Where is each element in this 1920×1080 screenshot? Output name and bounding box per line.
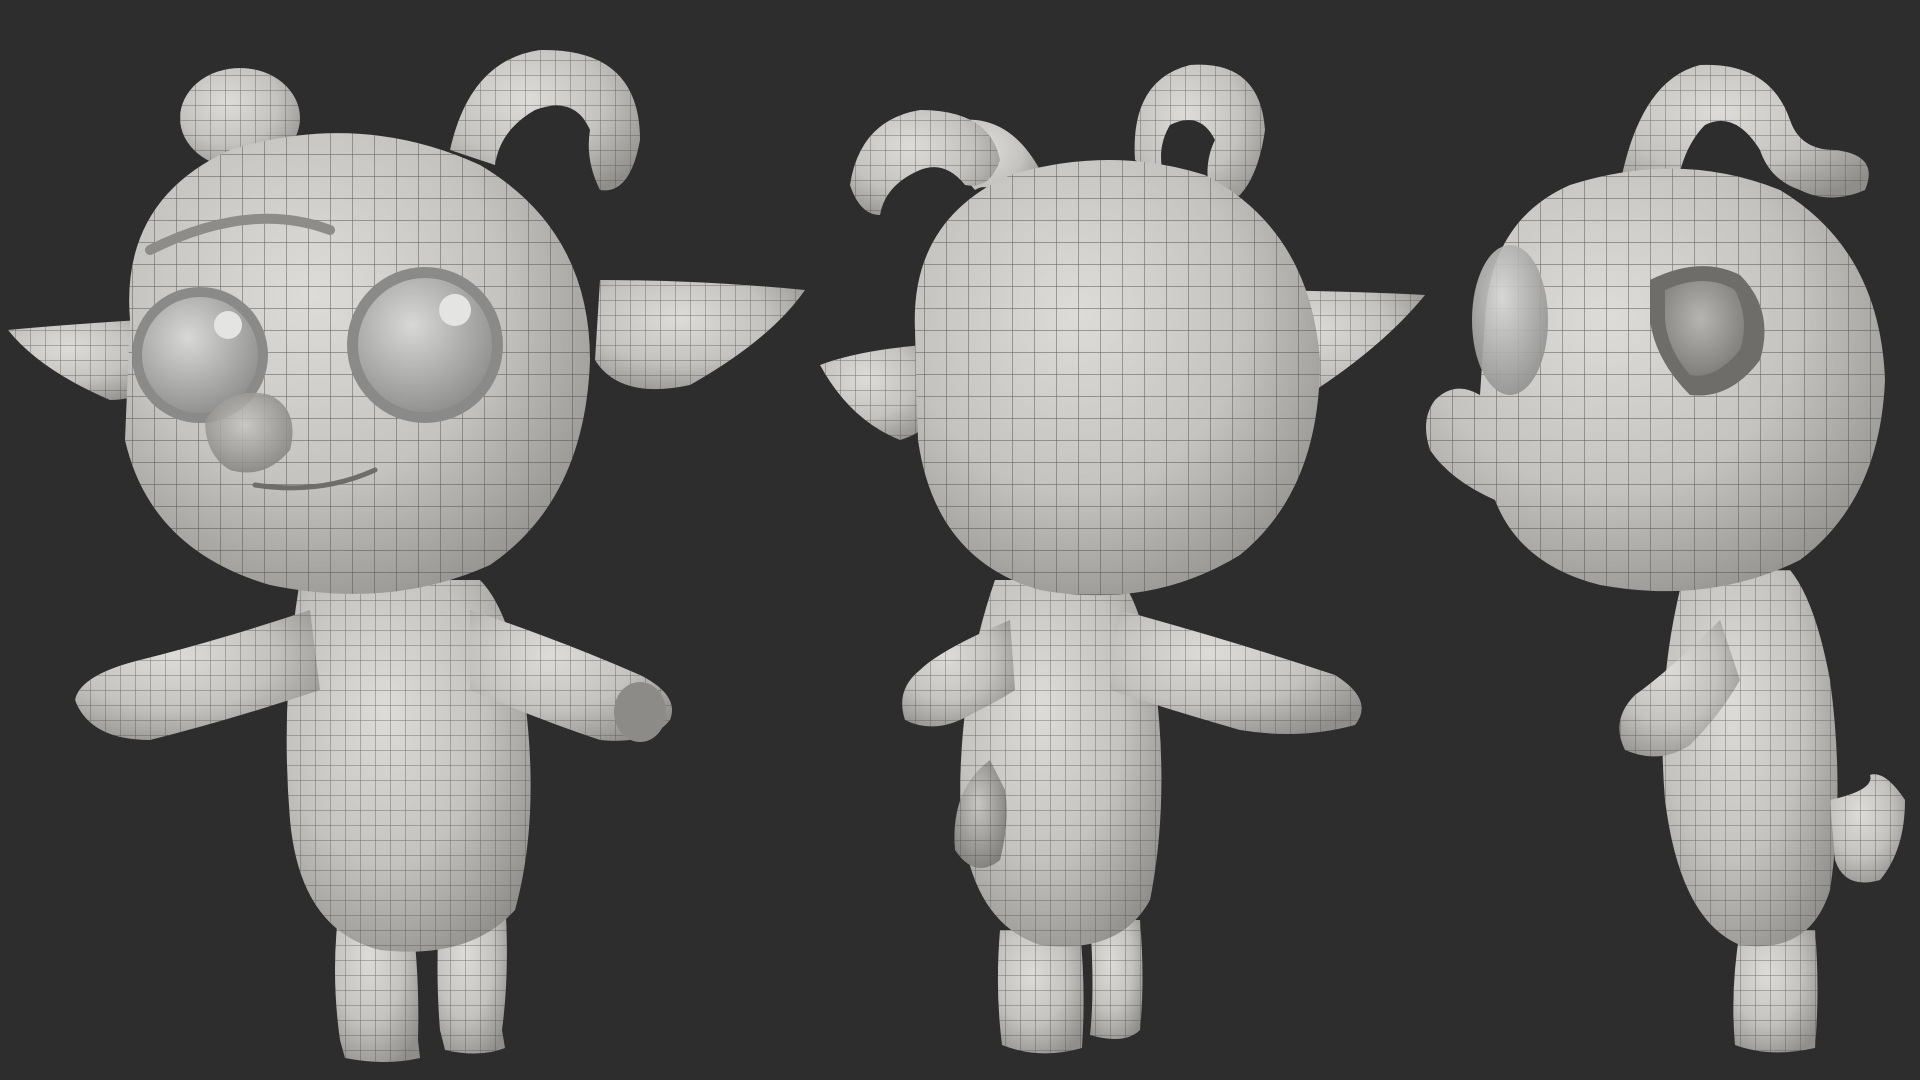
- back-head: [914, 160, 1320, 596]
- render-viewport: [0, 0, 1920, 1080]
- side-legs: [1733, 930, 1818, 1053]
- side-eye: [1472, 245, 1548, 395]
- front-head: [125, 133, 590, 594]
- turnaround-render: [0, 0, 1920, 1080]
- right-eye: [358, 278, 492, 412]
